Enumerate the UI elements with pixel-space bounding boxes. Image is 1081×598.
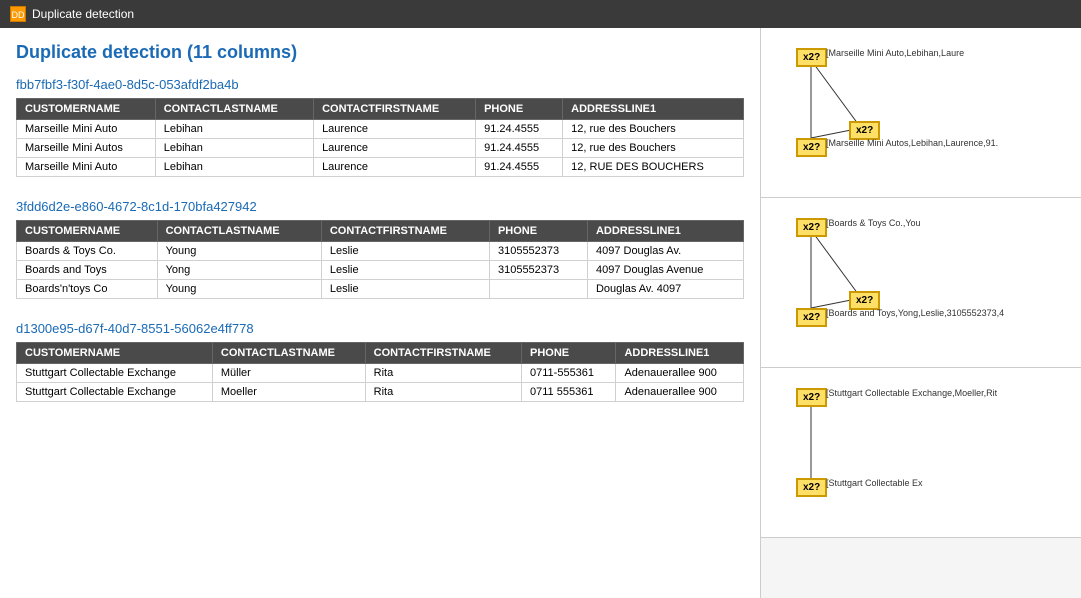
table-cell: Boards and Toys (17, 261, 158, 280)
table-cell: Boards'n'toys Co (17, 280, 158, 299)
table-cell: Lebihan (155, 120, 313, 139)
table-cell: Yong (157, 261, 321, 280)
app-icon: DD (10, 6, 26, 22)
table-cell: 91.24.4555 (476, 139, 563, 158)
table-cell: Leslie (321, 280, 489, 299)
table-cell: Rita (365, 364, 521, 383)
table-header-cell: CONTACTLASTNAME (155, 99, 313, 120)
table-row[interactable]: Stuttgart Collectable ExchangeMoellerRit… (17, 383, 744, 402)
table-cell: Lebihan (155, 158, 313, 177)
left-panel: Duplicate detection (11 columns) fbb7fbf… (0, 28, 760, 598)
table-header-cell: CONTACTLASTNAME (212, 343, 365, 364)
table-cell: Marseille Mini Auto (17, 158, 156, 177)
table-cell: Laurence (314, 120, 476, 139)
table-header-cell: PHONE (522, 343, 616, 364)
table-header-cell: ADDRESSLINE1 (587, 221, 743, 242)
titlebar-title: Duplicate detection (32, 7, 134, 21)
graph-node-2-0[interactable]: x2? (796, 388, 827, 407)
table-header-cell: CUSTOMERNAME (17, 221, 158, 242)
table-header-cell: CONTACTFIRSTNAME (321, 221, 489, 242)
table-cell: Müller (212, 364, 365, 383)
graph-label-2-0: [Stuttgart Collectable Exchange,Moeller,… (826, 388, 997, 398)
table-cell: 3105552373 (489, 261, 587, 280)
table-row[interactable]: Stuttgart Collectable ExchangeMüllerRita… (17, 364, 744, 383)
groups-container: fbb7fbf3-f30f-4ae0-8d5c-053afdf2ba4b CUST… (16, 77, 744, 402)
table-header-cell: CONTACTFIRSTNAME (314, 99, 476, 120)
table-header-cell: ADDRESSLINE1 (563, 99, 744, 120)
table-cell: 4097 Douglas Av. (587, 242, 743, 261)
table-cell: 3105552373 (489, 242, 587, 261)
table-cell: Boards & Toys Co. (17, 242, 158, 261)
graph-section-0: x2?x2?x2?[Marseille Mini Auto,Lebihan,La… (761, 28, 1081, 198)
table-cell: Young (157, 280, 321, 299)
table-cell: 0711-555361 (522, 364, 616, 383)
table-header-cell: CUSTOMERNAME (17, 343, 213, 364)
table-row[interactable]: Marseille Mini AutosLebihanLaurence91.24… (17, 139, 744, 158)
table-header-cell: PHONE (489, 221, 587, 242)
table-cell: Rita (365, 383, 521, 402)
graph-label-1-0: [Boards & Toys Co.,You (826, 218, 921, 228)
table-header-cell: PHONE (476, 99, 563, 120)
table-cell: Marseille Mini Auto (17, 120, 156, 139)
table-cell: Adenauerallee 900 (616, 383, 744, 402)
table-cell: Leslie (321, 261, 489, 280)
table-cell: Leslie (321, 242, 489, 261)
graph-node-2-1[interactable]: x2? (796, 478, 827, 497)
table-cell: Young (157, 242, 321, 261)
graph-label-2-1: [Stuttgart Collectable Ex (826, 478, 923, 488)
graph-node-0-0[interactable]: x2? (796, 48, 827, 67)
graph-node-1-1[interactable]: x2? (796, 308, 827, 327)
table-cell: Stuttgart Collectable Exchange (17, 383, 213, 402)
titlebar: DD Duplicate detection (0, 0, 1081, 28)
table-header-cell: CONTACTLASTNAME (157, 221, 321, 242)
graph-section-1: x2?x2?x2?[Boards & Toys Co.,You[Boards a… (761, 198, 1081, 368)
group-id-1[interactable]: 3fdd6d2e-e860-4672-8c1d-170bfa427942 (16, 199, 744, 214)
graph-section-2: x2?x2?[Stuttgart Collectable Exchange,Mo… (761, 368, 1081, 538)
table-header-cell: CONTACTFIRSTNAME (365, 343, 521, 364)
table-cell: Moeller (212, 383, 365, 402)
page-title: Duplicate detection (11 columns) (16, 42, 744, 63)
right-panel: x2?x2?x2?[Marseille Mini Auto,Lebihan,La… (760, 28, 1081, 598)
group-id-0[interactable]: fbb7fbf3-f30f-4ae0-8d5c-053afdf2ba4b (16, 77, 744, 92)
table-cell: Laurence (314, 158, 476, 177)
table-row[interactable]: Boards'n'toys CoYoungLeslie Douglas Av. 4… (17, 280, 744, 299)
group-section-2: d1300e95-d67f-40d7-8551-56062e4ff778 CUST… (16, 321, 744, 402)
table-cell: Laurence (314, 139, 476, 158)
group-table-0: CUSTOMERNAMECONTACTLASTNAMECONTACTFIRSTN… (16, 98, 744, 177)
table-cell: 12, rue des Bouchers (563, 139, 744, 158)
graph-node-0-1[interactable]: x2? (796, 138, 827, 157)
table-row[interactable]: Boards and ToysYongLeslie31055523734097 … (17, 261, 744, 280)
table-cell: Lebihan (155, 139, 313, 158)
table-cell (489, 280, 587, 299)
graph-node-1-0[interactable]: x2? (796, 218, 827, 237)
group-table-1: CUSTOMERNAMECONTACTLASTNAMECONTACTFIRSTN… (16, 220, 744, 299)
table-row[interactable]: Marseille Mini AutoLebihanLaurence91.24.… (17, 120, 744, 139)
table-cell: Stuttgart Collectable Exchange (17, 364, 213, 383)
table-row[interactable]: Boards & Toys Co.YoungLeslie310555237340… (17, 242, 744, 261)
table-cell: 91.24.4555 (476, 158, 563, 177)
table-cell: 0711 555361 (522, 383, 616, 402)
main-container: Duplicate detection (11 columns) fbb7fbf… (0, 28, 1081, 598)
table-cell: 91.24.4555 (476, 120, 563, 139)
table-cell: 12, rue des Bouchers (563, 120, 744, 139)
group-section-1: 3fdd6d2e-e860-4672-8c1d-170bfa427942 CUST… (16, 199, 744, 299)
group-table-2: CUSTOMERNAMECONTACTLASTNAMECONTACTFIRSTN… (16, 342, 744, 402)
table-header-cell: CUSTOMERNAME (17, 99, 156, 120)
graph-label-0-1: [Marseille Mini Autos,Lebihan,Laurence,9… (826, 138, 998, 148)
table-header-cell: ADDRESSLINE1 (616, 343, 744, 364)
graph-label-1-1: [Boards and Toys,Yong,Leslie,3105552373,… (826, 308, 1004, 318)
group-section-0: fbb7fbf3-f30f-4ae0-8d5c-053afdf2ba4b CUST… (16, 77, 744, 177)
table-cell: Adenauerallee 900 (616, 364, 744, 383)
group-id-2[interactable]: d1300e95-d67f-40d7-8551-56062e4ff778 (16, 321, 744, 336)
graph-label-0-0: [Marseille Mini Auto,Lebihan,Laure (826, 48, 964, 58)
table-cell: Marseille Mini Autos (17, 139, 156, 158)
table-cell: 12, RUE DES BOUCHERS (563, 158, 744, 177)
table-cell: 4097 Douglas Avenue (587, 261, 743, 280)
table-row[interactable]: Marseille Mini AutoLebihanLaurence91.24.… (17, 158, 744, 177)
table-cell: Douglas Av. 4097 (587, 280, 743, 299)
